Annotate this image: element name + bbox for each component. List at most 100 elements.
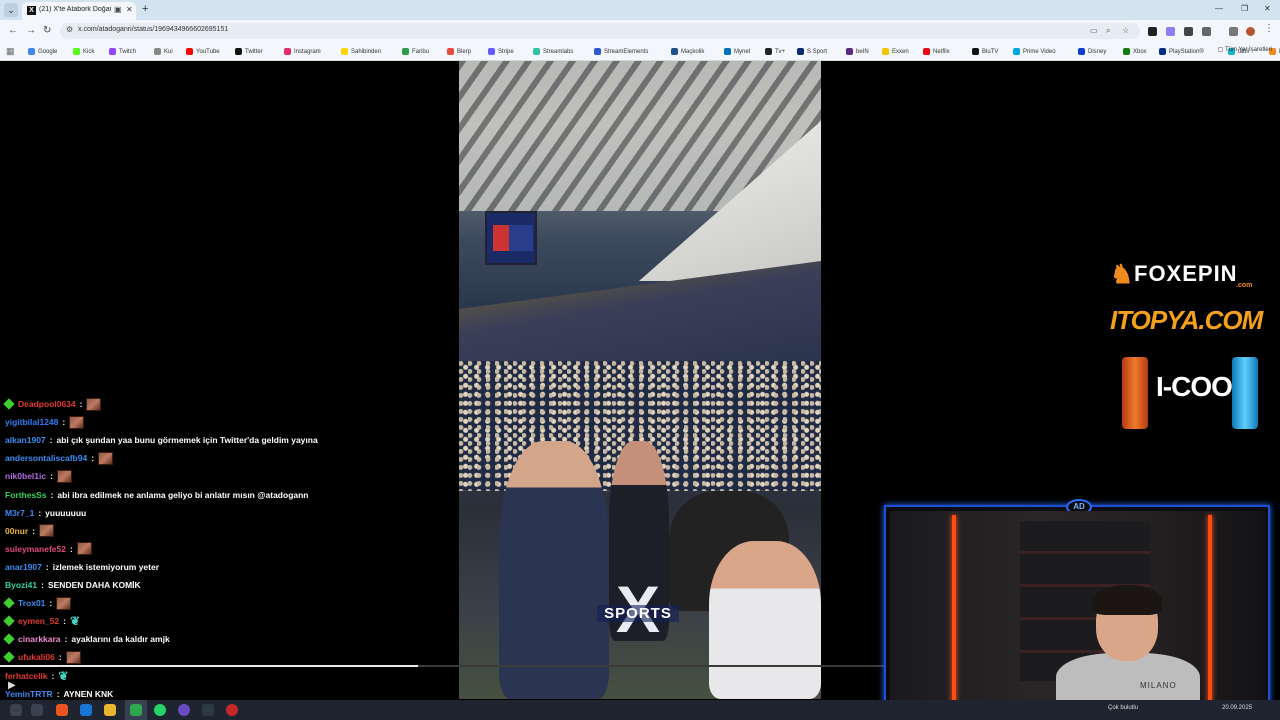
bookmark-item[interactable]: beIN bbox=[846, 46, 869, 57]
man-in-suit bbox=[499, 441, 609, 699]
window-close-icon[interactable]: ✕ bbox=[1264, 4, 1271, 13]
restore-icon[interactable]: ❐ bbox=[1241, 4, 1248, 13]
reload-icon[interactable]: ↻ bbox=[43, 25, 51, 36]
chat-message: alkan1907: abi çık şundan yaa bunu görmem… bbox=[5, 432, 318, 448]
bookmark-icon bbox=[1159, 48, 1166, 55]
new-tab-icon[interactable]: + bbox=[142, 3, 148, 15]
bookmark-item[interactable]: Twitch bbox=[109, 46, 136, 57]
bookmark-item[interactable]: Netflix bbox=[923, 46, 950, 57]
weather-text[interactable]: Çok bulutlu bbox=[1108, 705, 1138, 711]
bookmarks-bar: ▦ Google Kick Twitch Kui YouTube Twitter Insta… bbox=[0, 42, 1280, 61]
chat-separator: : bbox=[50, 489, 54, 500]
bookmark-item[interactable]: Maçkolik bbox=[671, 46, 704, 57]
bookmark-item[interactable]: Stripe bbox=[488, 46, 514, 57]
chat-message: nik0bel1ic: bbox=[5, 468, 72, 484]
sub-badge-icon bbox=[3, 633, 15, 645]
date-text[interactable]: 20.09.2025 bbox=[1222, 705, 1252, 711]
cast-icon[interactable]: ▭ bbox=[1090, 26, 1098, 35]
menu-icon[interactable]: ⋮ bbox=[1264, 23, 1274, 34]
zoom-icon[interactable]: ⌕ bbox=[1106, 26, 1110, 36]
face-emote-icon bbox=[39, 524, 54, 538]
bookmark-icon bbox=[28, 48, 35, 55]
tab-search-icon[interactable]: ⌄ bbox=[4, 3, 18, 17]
extension-icon[interactable] bbox=[1166, 27, 1175, 36]
close-tab-icon[interactable]: ✕ bbox=[126, 5, 133, 14]
file-explorer-icon[interactable] bbox=[104, 704, 116, 716]
bookmark-item[interactable]: StreamElements bbox=[594, 46, 648, 57]
chat-message: M3r7_1: yuuuuuuu bbox=[5, 505, 86, 521]
extensions-puzzle-icon[interactable] bbox=[1202, 27, 1211, 36]
bookmark-item[interactable]: Tv+ bbox=[765, 46, 785, 57]
browser-tab[interactable]: X (21) X'te Atabork Doğan: "E ▣ ✕ bbox=[22, 2, 136, 20]
bookmark-icon bbox=[284, 48, 291, 55]
bookmark-item[interactable]: Mynet bbox=[724, 46, 750, 57]
bookmark-icon bbox=[671, 48, 678, 55]
extension-icon[interactable] bbox=[1148, 27, 1157, 36]
downloads-icon[interactable] bbox=[1229, 27, 1238, 36]
chat-message: suleymanefe52: bbox=[5, 541, 92, 557]
profile-avatar[interactable] bbox=[1246, 27, 1255, 36]
video-player[interactable]: X SPORTS bbox=[459, 61, 821, 699]
chat-message: andersontaliscafb94: bbox=[5, 450, 114, 466]
start-icon[interactable] bbox=[10, 704, 22, 716]
bookmark-item[interactable]: Sahibinden bbox=[341, 46, 381, 57]
chat-message: Byozi41: SENDEN DAHA KOMİK bbox=[5, 577, 141, 593]
bookmark-item[interactable]: Instagram bbox=[284, 46, 321, 57]
bookmark-item[interactable]: Prime Video bbox=[1013, 46, 1056, 57]
bookmark-item[interactable]: S Sport bbox=[797, 46, 827, 57]
video-progress-bar[interactable] bbox=[0, 665, 890, 667]
play-icon[interactable]: ▶ bbox=[8, 680, 16, 691]
chat-username: nik0bel1ic bbox=[5, 471, 47, 482]
task-view-icon[interactable] bbox=[31, 704, 43, 716]
webcam-frame: AD MILANO bbox=[884, 499, 1270, 710]
chrome-icon[interactable] bbox=[130, 704, 142, 716]
forward-icon[interactable]: → bbox=[26, 25, 36, 36]
bookmark-icon bbox=[1123, 48, 1130, 55]
bookmark-item[interactable]: Google bbox=[28, 46, 57, 57]
obs-icon[interactable] bbox=[226, 704, 238, 716]
bookmark-item[interactable]: Disney bbox=[1078, 46, 1106, 57]
apps-grid-icon[interactable]: ▦ bbox=[6, 46, 16, 56]
bookmark-item[interactable]: Exxen bbox=[882, 46, 909, 57]
app-icon[interactable] bbox=[56, 704, 68, 716]
bookmark-item[interactable]: Twitter bbox=[235, 46, 263, 57]
whatsapp-icon[interactable] bbox=[154, 704, 166, 716]
streamer: MILANO bbox=[1040, 585, 1200, 704]
bookmark-item[interactable]: Kui bbox=[154, 46, 173, 57]
bookmark-item[interactable]: Blerp bbox=[447, 46, 471, 57]
chat-separator: : bbox=[50, 471, 53, 482]
app-icon[interactable] bbox=[80, 704, 92, 716]
x-sports-logo: X SPORTS bbox=[593, 576, 683, 649]
bookmark-item[interactable]: BluTV bbox=[972, 46, 998, 57]
chat-message: cinarkkara: ayaklarını da kaldır amjk bbox=[3, 631, 170, 647]
all-bookmarks[interactable]: ▢ Tüm Yer İşaretleri bbox=[1218, 46, 1272, 53]
app-icon[interactable] bbox=[178, 704, 190, 716]
chat-username: Deadpool0634 bbox=[18, 399, 76, 409]
bookmark-item[interactable]: Streamlabs bbox=[533, 46, 573, 57]
chat-separator: : bbox=[64, 634, 68, 645]
app-icon[interactable] bbox=[202, 704, 214, 716]
site-info-icon[interactable]: ⚙ bbox=[66, 25, 73, 34]
bookmark-item[interactable]: YouTube bbox=[186, 46, 220, 57]
chat-text: abi ibra edilmek ne anlama geliyo bi anl… bbox=[57, 489, 309, 500]
bookmark-icon bbox=[235, 48, 242, 55]
bookmark-item[interactable]: PlayStation® bbox=[1159, 46, 1204, 57]
chat-separator: : bbox=[62, 417, 66, 428]
bookmark-item[interactable]: Kick bbox=[73, 46, 94, 57]
chat-separator: : bbox=[38, 507, 42, 518]
webcam-feed: MILANO bbox=[890, 511, 1266, 704]
extension-icon[interactable] bbox=[1184, 27, 1193, 36]
chat-username: 00nur bbox=[5, 525, 29, 536]
browser-chrome: ⌄ X (21) X'te Atabork Doğan: "E ▣ ✕ + — … bbox=[0, 0, 1280, 61]
audio-playing-icon[interactable]: ▣ bbox=[114, 5, 122, 14]
bookmark-item[interactable]: Faribu bbox=[402, 46, 429, 57]
bookmark-icon bbox=[533, 48, 540, 55]
bookmark-star-icon[interactable]: ☆ bbox=[1122, 26, 1129, 35]
bookmark-item[interactable]: Xbox bbox=[1123, 46, 1147, 57]
chat-username: andersontaliscafb94 bbox=[5, 453, 88, 464]
address-bar[interactable]: ⚙ x.com/atadoganri/status/19694349666026… bbox=[60, 23, 1140, 39]
bookmark-icon bbox=[447, 48, 454, 55]
back-icon[interactable]: ← bbox=[8, 25, 18, 36]
minimize-icon[interactable]: — bbox=[1215, 4, 1223, 13]
chat-separator: : bbox=[58, 652, 62, 663]
